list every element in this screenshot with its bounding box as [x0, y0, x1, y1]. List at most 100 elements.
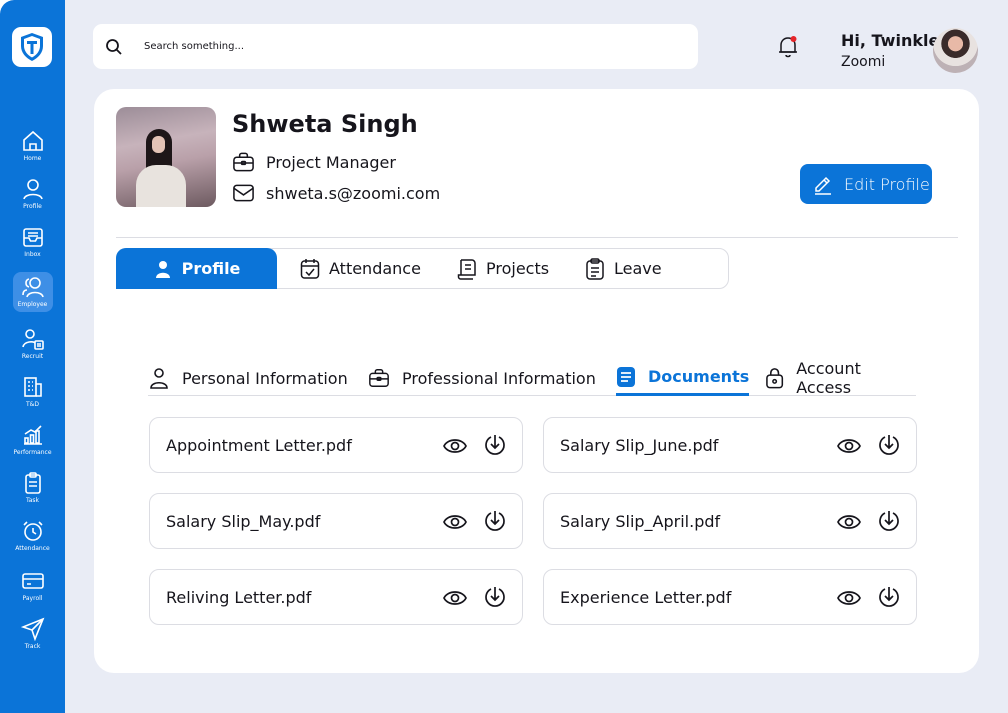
tab-label: Projects: [486, 259, 550, 278]
send-icon: [20, 617, 44, 641]
document-card: Salary Slip_May.pdf: [149, 493, 523, 549]
subtab-label: Professional Information: [402, 368, 596, 388]
document-name: Appointment Letter.pdf: [166, 435, 352, 455]
users-icon: [21, 277, 44, 298]
sidebar-item-label: Performance: [13, 449, 52, 456]
download-icon[interactable]: [877, 585, 901, 609]
greeting: Hi, Twinkle: [841, 31, 940, 50]
role-text: Project Manager: [266, 152, 396, 172]
lock-icon: [766, 368, 784, 389]
tab-leave[interactable]: Leave: [585, 248, 662, 289]
user-icon: [155, 260, 170, 278]
building-icon: [23, 377, 42, 397]
document-name: Reliving Letter.pdf: [166, 587, 312, 607]
sidebar-item-label: Attendance: [15, 545, 50, 552]
subtab-label: Account Access: [796, 359, 861, 397]
detail-subtabs: Personal Information Professional Inform…: [148, 359, 916, 397]
sidebar-item-label: Inbox: [24, 251, 41, 258]
document-name: Experience Letter.pdf: [560, 587, 732, 607]
brand-logo[interactable]: [12, 27, 52, 67]
sidebar-item-label: Payroll: [22, 595, 43, 602]
document-card: Experience Letter.pdf: [543, 569, 917, 625]
bell-icon: [779, 36, 797, 58]
divider: [116, 237, 958, 238]
sidebar-item-recruit[interactable]: Recruit: [0, 324, 65, 376]
eye-icon[interactable]: [837, 586, 861, 610]
tab-label: Leave: [614, 259, 662, 278]
eye-icon[interactable]: [443, 586, 467, 610]
subtab-label: Personal Information: [182, 368, 348, 388]
eye-icon[interactable]: [443, 510, 467, 534]
subtab-account-access[interactable]: Account Access: [765, 359, 916, 397]
subtab-professional-information[interactable]: Professional Information: [368, 360, 596, 396]
brand-shield-logo-icon: [21, 33, 43, 61]
tab-attendance[interactable]: Attendance: [300, 248, 421, 289]
sidebar-item-label: Employee: [17, 301, 48, 308]
sidebar-item-task[interactable]: Task: [0, 468, 65, 520]
user-icon: [22, 179, 43, 200]
briefcase-icon: [233, 152, 254, 172]
avatar[interactable]: [933, 28, 978, 73]
user-outline-icon: [150, 368, 168, 389]
employee-name: Shweta Singh: [232, 110, 418, 138]
search-icon: [106, 38, 122, 55]
document-name: Salary Slip_June.pdf: [560, 435, 719, 455]
subtab-label: Documents: [648, 367, 750, 386]
download-icon[interactable]: [483, 433, 507, 457]
sidebar-item-track[interactable]: Track: [0, 614, 65, 666]
sidebar-item-home[interactable]: Home: [0, 126, 65, 178]
notification-button[interactable]: [776, 33, 800, 59]
eye-icon[interactable]: [837, 510, 861, 534]
sidebar-item-profile[interactable]: Profile: [0, 174, 65, 226]
sidebar-item-label: Profile: [23, 203, 42, 210]
document-icon: [617, 366, 635, 387]
chart-icon: [23, 425, 42, 445]
tab-label: Profile: [181, 259, 241, 278]
sidebar-item-inbox[interactable]: Inbox: [0, 222, 65, 274]
calendar-check-icon: [300, 258, 320, 279]
sidebar-item-payroll[interactable]: Payroll: [0, 566, 65, 618]
sidebar-item-employee[interactable]: Employee: [0, 272, 65, 324]
search-input[interactable]: Search something...: [93, 24, 698, 69]
document-name: Salary Slip_April.pdf: [560, 511, 721, 531]
sidebar-item-label: Task: [26, 497, 39, 504]
employee-email: shweta.s@zoomi.com: [232, 183, 440, 203]
download-icon[interactable]: [483, 585, 507, 609]
home-icon: [22, 130, 43, 151]
notification-dot: [790, 36, 797, 42]
tab-profile[interactable]: Profile: [116, 248, 277, 289]
document-card: Reliving Letter.pdf: [149, 569, 523, 625]
mail-icon: [233, 184, 254, 202]
app-frame: Home Profile Inbox Employee Recruit T&D …: [0, 0, 1008, 713]
recruit-icon: [21, 329, 44, 350]
briefcase-icon: [369, 369, 389, 387]
sidebar-item-label: Recruit: [21, 353, 44, 360]
download-icon[interactable]: [877, 433, 901, 457]
sidebar-item-label: Track: [24, 643, 41, 650]
download-icon[interactable]: [877, 509, 901, 533]
subtab-personal-information[interactable]: Personal Information: [148, 360, 348, 396]
card-icon: [21, 573, 44, 589]
eye-icon[interactable]: [837, 434, 861, 458]
edit-profile-button[interactable]: Edit Profile: [800, 164, 932, 204]
edit-icon: [815, 176, 831, 195]
sidebar-item-label: T&D: [26, 401, 39, 408]
sidebar-item-performance[interactable]: Performance: [0, 420, 65, 472]
document-icon: [457, 258, 476, 280]
employee-role: Project Manager: [232, 151, 396, 173]
eye-icon[interactable]: [443, 434, 467, 458]
email-text: shweta.s@zoomi.com: [266, 183, 441, 203]
document-name: Salary Slip_May.pdf: [166, 511, 321, 531]
sidebar-item-td[interactable]: T&D: [0, 372, 65, 424]
profile-tabs: Profile Attendance Projects Leave: [116, 248, 729, 289]
profile-photo: [116, 107, 216, 207]
edit-profile-label: Edit Profile: [844, 174, 930, 194]
alarm-icon: [22, 521, 43, 541]
tab-projects[interactable]: Projects: [457, 248, 549, 289]
document-card: Salary Slip_June.pdf: [543, 417, 917, 473]
download-icon[interactable]: [483, 509, 507, 533]
sidebar-item-attendance[interactable]: Attendance: [0, 516, 65, 568]
subtab-documents[interactable]: Documents: [616, 360, 750, 396]
tab-label: Attendance: [329, 259, 421, 278]
search-placeholder: Search something...: [144, 41, 245, 52]
